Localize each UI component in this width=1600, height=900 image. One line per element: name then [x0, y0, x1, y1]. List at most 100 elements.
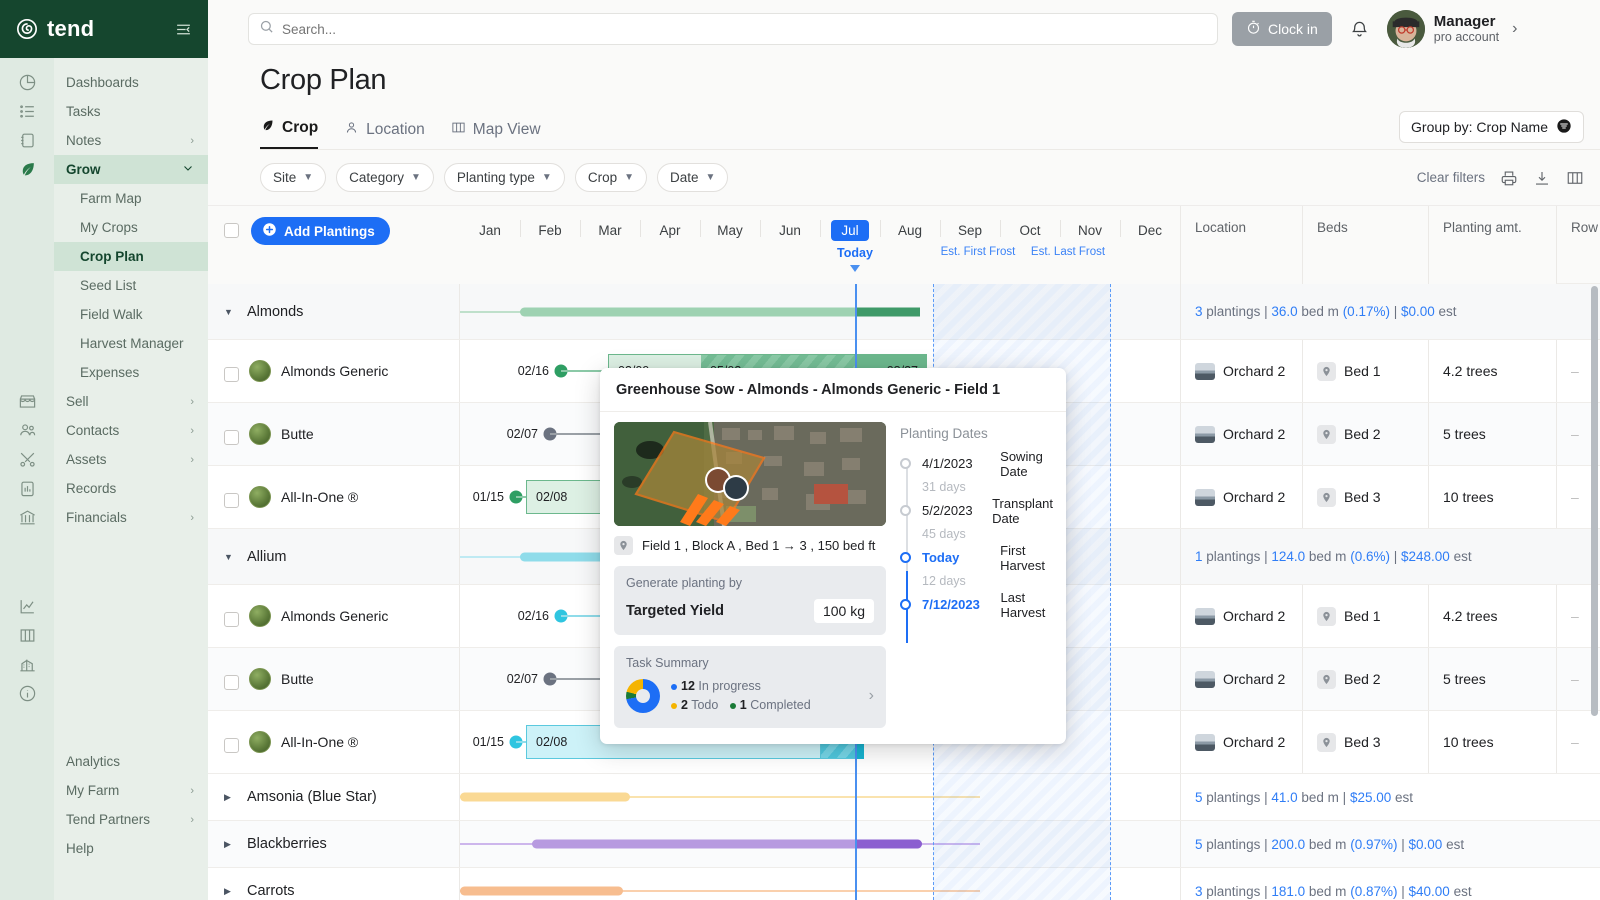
- sidebar-item-tend-partners[interactable]: Tend Partners ›: [54, 805, 208, 834]
- column-header-row[interactable]: Row: [1556, 206, 1600, 284]
- month-aug[interactable]: Aug: [880, 206, 940, 284]
- sidebar-item-farm-map[interactable]: Farm Map: [54, 184, 208, 213]
- group-row-amsonia[interactable]: ▶ Amsonia (Blue Star) 5 plantings | 41.0…: [208, 774, 1600, 821]
- bank-icon[interactable]: [0, 503, 54, 532]
- sidebar-item-my-crops[interactable]: My Crops: [54, 213, 208, 242]
- sidebar-item-assets[interactable]: Assets ›: [54, 445, 208, 474]
- month-nov[interactable]: Nov: [1060, 206, 1120, 284]
- line-chart-icon[interactable]: [0, 592, 54, 621]
- row-checkbox[interactable]: [224, 738, 239, 753]
- search-box[interactable]: [248, 13, 1218, 45]
- chevron-right-icon[interactable]: ›: [869, 687, 874, 705]
- store-icon[interactable]: [0, 387, 54, 416]
- month-oct[interactable]: Oct: [1000, 206, 1060, 284]
- month-mar[interactable]: Mar: [580, 206, 640, 284]
- group-row-left[interactable]: ▶ Amsonia (Blue Star): [208, 774, 460, 820]
- triangle-down-icon[interactable]: ▼: [224, 307, 237, 317]
- search-input[interactable]: [282, 22, 1207, 37]
- group-row-carrots[interactable]: ▶ Carrots 3 plantings | 181.0 bed m (0.8…: [208, 868, 1600, 900]
- field-map-thumbnail[interactable]: [614, 422, 886, 526]
- sidebar-item-help[interactable]: Help: [54, 834, 208, 863]
- row-checkbox[interactable]: [224, 367, 239, 382]
- download-icon[interactable]: [1533, 169, 1551, 187]
- sidebar-item-expenses[interactable]: Expenses: [54, 358, 208, 387]
- pie-chart-icon[interactable]: [0, 68, 54, 97]
- chevron-right-icon[interactable]: ›: [1512, 20, 1517, 38]
- filter-category[interactable]: Category▼: [336, 163, 434, 192]
- triangle-right-icon[interactable]: ▶: [224, 839, 237, 850]
- row-left[interactable]: Butte: [208, 403, 460, 465]
- column-header-planting-amount[interactable]: Planting amt.: [1428, 206, 1556, 284]
- row-checkbox[interactable]: [224, 493, 239, 508]
- sidebar-item-seed-list[interactable]: Seed List: [54, 271, 208, 300]
- clock-in-button[interactable]: Clock in: [1232, 12, 1332, 46]
- sidebar-item-dashboards[interactable]: Dashboards: [54, 68, 208, 97]
- row-left[interactable]: Almonds Generic: [208, 340, 460, 402]
- month-jan[interactable]: Jan: [460, 206, 520, 284]
- sidebar-item-tasks[interactable]: Tasks: [54, 97, 208, 126]
- month-may[interactable]: May: [700, 206, 760, 284]
- buildings-icon[interactable]: [0, 650, 54, 679]
- targeted-yield-value[interactable]: 100 kg: [814, 599, 874, 623]
- tools-icon[interactable]: [0, 445, 54, 474]
- sidebar-item-analytics[interactable]: Analytics: [54, 747, 208, 776]
- row-left[interactable]: All-In-One ®: [208, 711, 460, 773]
- group-row-almonds[interactable]: ▼ Almonds 3 plantings | 36.0 bed m (0.17…: [208, 284, 1600, 340]
- bell-icon[interactable]: [1346, 20, 1373, 39]
- row-left[interactable]: Almonds Generic: [208, 585, 460, 647]
- triangle-right-icon[interactable]: ▶: [224, 886, 237, 897]
- clear-filters-button[interactable]: Clear filters: [1417, 170, 1485, 185]
- records-icon[interactable]: [0, 474, 54, 503]
- planting-detail-popup[interactable]: Greenhouse Sow - Almonds - Almonds Gener…: [600, 368, 1066, 744]
- sidebar-item-harvest-manager[interactable]: Harvest Manager: [54, 329, 208, 358]
- tab-crop[interactable]: Crop: [260, 118, 318, 149]
- column-header-location[interactable]: Location: [1180, 206, 1302, 284]
- filter-date[interactable]: Date▼: [657, 163, 728, 192]
- sidebar-item-grow[interactable]: Grow: [54, 155, 208, 184]
- sidebar-item-sell[interactable]: Sell ›: [54, 387, 208, 416]
- notebook-icon[interactable]: [0, 126, 54, 155]
- triangle-right-icon[interactable]: ▶: [224, 792, 237, 803]
- group-by-button[interactable]: Group by: Crop Name: [1399, 111, 1584, 143]
- info-icon[interactable]: [0, 679, 54, 708]
- task-summary-card[interactable]: Task Summary 12 In progress 2 Todo 1 Com…: [614, 646, 886, 728]
- print-icon[interactable]: [1500, 169, 1518, 187]
- collapse-sidebar-icon[interactable]: [175, 21, 192, 38]
- user-menu[interactable]: Manager pro account ›: [1387, 10, 1518, 48]
- month-jun[interactable]: Jun: [760, 206, 820, 284]
- task-list-icon[interactable]: [0, 97, 54, 126]
- group-row-left[interactable]: ▶ Carrots: [208, 868, 460, 900]
- add-plantings-button[interactable]: Add Plantings: [251, 217, 390, 245]
- row-checkbox[interactable]: [224, 430, 239, 445]
- group-row-left[interactable]: ▼ Almonds: [208, 284, 460, 339]
- columns-icon[interactable]: [0, 621, 54, 650]
- row-checkbox[interactable]: [224, 675, 239, 690]
- triangle-down-icon[interactable]: ▼: [224, 552, 237, 562]
- people-icon[interactable]: [0, 416, 54, 445]
- tab-location[interactable]: Location: [344, 120, 425, 149]
- month-apr[interactable]: Apr: [640, 206, 700, 284]
- vertical-scrollbar[interactable]: [1591, 286, 1598, 716]
- filter-crop[interactable]: Crop▼: [575, 163, 647, 192]
- select-all-checkbox[interactable]: [224, 223, 239, 238]
- group-row-left[interactable]: ▼ Allium: [208, 529, 460, 584]
- group-row-blackberries[interactable]: ▶ Blackberries 5 plantings | 200.0 bed m…: [208, 821, 1600, 868]
- columns-icon[interactable]: [1566, 169, 1584, 187]
- month-sep[interactable]: Sep: [940, 206, 1000, 284]
- sidebar-item-financials[interactable]: Financials ›: [54, 503, 208, 532]
- sidebar-item-records[interactable]: Records: [54, 474, 208, 503]
- tab-map-view[interactable]: Map View: [451, 120, 541, 149]
- leaf-icon[interactable]: [0, 155, 54, 184]
- sidebar-item-my-farm[interactable]: My Farm ›: [54, 776, 208, 805]
- group-row-left[interactable]: ▶ Blackberries: [208, 821, 460, 867]
- month-dec[interactable]: Dec: [1120, 206, 1180, 284]
- sidebar-item-contacts[interactable]: Contacts ›: [54, 416, 208, 445]
- month-feb[interactable]: Feb: [520, 206, 580, 284]
- row-left[interactable]: All-In-One ®: [208, 466, 460, 528]
- sidebar-item-notes[interactable]: Notes ›: [54, 126, 208, 155]
- row-left[interactable]: Butte: [208, 648, 460, 710]
- column-header-beds[interactable]: Beds: [1302, 206, 1428, 284]
- row-checkbox[interactable]: [224, 612, 239, 627]
- sidebar-item-field-walk[interactable]: Field Walk: [54, 300, 208, 329]
- filter-planting-type[interactable]: Planting type▼: [444, 163, 565, 192]
